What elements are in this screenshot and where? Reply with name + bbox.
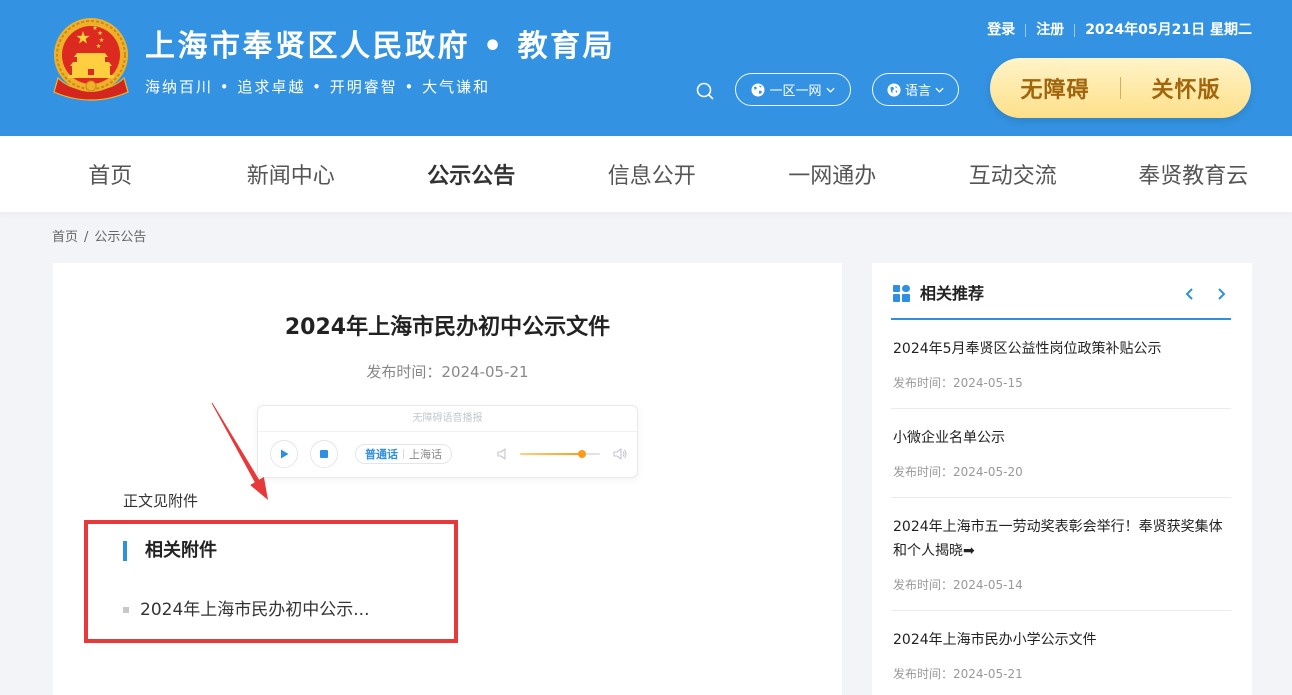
related-item-title[interactable]: 2024年上海市民办小学公示文件	[893, 628, 1231, 652]
list-item: 2024年上海市五一劳动奖表彰会举行！奉贤获奖集体 和个人揭晓➡ 发布时间：20…	[891, 498, 1231, 611]
article-card: 2024年上海市民办初中公示文件 发布时间：2024-05-21 无障碍语音播报…	[53, 263, 842, 695]
breadcrumb-separator: /	[84, 230, 89, 245]
volume-high-icon[interactable]	[612, 446, 628, 462]
volume-knob[interactable]	[578, 450, 587, 458]
chevron-down-icon	[935, 87, 944, 93]
list-item: 小微企业名单公示 发布时间：2024-05-20	[891, 409, 1231, 498]
region-select[interactable]: 一区一网	[735, 73, 851, 106]
related-item-date: 发布时间：2024-05-21	[893, 667, 1023, 681]
title-line: 小微企业名单公示	[893, 430, 1005, 446]
list-item: 2024年5月奉贤区公益性岗位政策补贴公示 发布时间：2024-05-15	[891, 320, 1231, 409]
related-item-title[interactable]: 2024年上海市五一劳动奖表彰会举行！奉贤获奖集体 和个人揭晓➡	[893, 515, 1231, 563]
language-select-label: 语言	[904, 84, 931, 99]
volume-fill	[520, 453, 583, 455]
language-icon	[887, 82, 901, 97]
nav-item-online-services[interactable]: 一网通办	[742, 136, 923, 212]
related-item-date: 发布时间：2024-05-15	[893, 376, 1023, 390]
divider	[1025, 23, 1027, 37]
nav-item-education-cloud[interactable]: 奉贤教育云	[1103, 136, 1284, 212]
accessibility-toolbar: 无障碍 关怀版	[990, 58, 1251, 118]
register-link[interactable]: 注册	[1036, 21, 1064, 39]
region-select-label: 一区一网	[769, 84, 822, 99]
chevron-left-icon[interactable]	[1184, 287, 1196, 301]
breadcrumb: 首页 / 公示公告	[52, 229, 146, 247]
search-icon[interactable]	[696, 82, 714, 100]
breadcrumb-home[interactable]: 首页	[52, 230, 78, 245]
title-line: 2024年上海市民办小学公示文件	[893, 632, 1097, 648]
volume-low-icon[interactable]	[496, 447, 510, 461]
site-title: 上海市奉贤区人民政府 • 教育局	[145, 29, 616, 64]
play-icon	[281, 449, 289, 459]
list-item: 2024年上海市民办小学公示文件 发布时间：2024-05-21	[891, 611, 1231, 695]
globe-icon	[751, 83, 765, 96]
heading-accent-bar	[123, 541, 127, 561]
article-body: 正文见附件	[123, 492, 199, 510]
shanghainese-option[interactable]: 上海话	[404, 446, 447, 462]
language-switch: 普通话 上海话	[355, 444, 452, 464]
list-bullet	[123, 607, 129, 613]
national-emblem-icon	[53, 18, 129, 101]
site-header: 上海市奉贤区人民政府 • 教育局 海纳百川 • 追求卓越 • 开明睿智 • 大气…	[0, 0, 1292, 136]
title-line: 2024年5月奉贤区公益性岗位政策补贴公示	[893, 341, 1162, 357]
attachments-heading: 相关附件	[145, 540, 217, 561]
related-item-date: 发布时间：2024-05-20	[893, 465, 1023, 479]
nav-list: 首页 新闻中心 公示公告 信息公开 一网通办 互动交流 奉贤教育云	[20, 136, 1284, 212]
stop-icon	[320, 450, 328, 458]
nav-item-announcements[interactable]: 公示公告	[381, 136, 562, 212]
site-slogan: 海纳百川 • 追求卓越 • 开明睿智 • 大气谦和	[145, 78, 491, 96]
care-mode-button[interactable]: 关怀版	[1121, 72, 1251, 104]
accessibility-button[interactable]: 无障碍	[990, 72, 1120, 104]
main-nav: 首页 新闻中心 公示公告 信息公开 一网通办 互动交流 奉贤教育云	[0, 136, 1292, 212]
nav-item-news[interactable]: 新闻中心	[201, 136, 382, 212]
volume-track[interactable]	[520, 450, 600, 458]
article-publish-time: 发布时间：2024-05-21	[366, 363, 529, 381]
related-sidebar: 相关推荐 2024年5月奉贤区公益性岗位政策补贴公示 发布时间：2024-05-…	[872, 263, 1252, 695]
related-item-date: 发布时间：2024-05-14	[893, 578, 1023, 592]
related-list: 2024年5月奉贤区公益性岗位政策补贴公示 发布时间：2024-05-15 小微…	[891, 320, 1231, 695]
sidebar-heading: 相关推荐	[920, 284, 985, 303]
current-date: 2024年05月21日 星期二	[1085, 22, 1252, 38]
related-item-title[interactable]: 2024年5月奉贤区公益性岗位政策补贴公示	[893, 337, 1231, 361]
nav-item-info-disclosure[interactable]: 信息公开	[562, 136, 743, 212]
title-line: 2024年上海市五一劳动奖表彰会举行！奉贤获奖集体	[893, 519, 1223, 535]
mandarin-option[interactable]: 普通话	[360, 446, 403, 462]
login-link[interactable]: 登录	[987, 21, 1015, 39]
chevron-down-icon	[825, 87, 835, 93]
nav-item-interaction[interactable]: 互动交流	[923, 136, 1104, 212]
language-select[interactable]: 语言	[872, 73, 959, 106]
stop-button[interactable]	[310, 440, 338, 468]
attachment-link[interactable]: 2024年上海市民办初中公示...	[140, 598, 369, 622]
breadcrumb-current: 公示公告	[94, 230, 147, 245]
title-line: 和个人揭晓➡	[893, 543, 975, 559]
audio-player-label: 无障碍语音播报	[258, 406, 637, 432]
article-title: 2024年上海市民办初中公示文件	[284, 315, 611, 340]
top-links: 登录 注册 2024年05月21日 星期二	[987, 21, 1252, 39]
related-item-title[interactable]: 小微企业名单公示	[893, 426, 1231, 450]
nav-item-home[interactable]: 首页	[20, 136, 201, 212]
audio-player: 无障碍语音播报 普通话 上海话	[257, 405, 638, 478]
grid-icon	[893, 285, 910, 302]
play-button[interactable]	[270, 440, 298, 468]
chevron-right-icon[interactable]	[1215, 287, 1227, 301]
divider	[1074, 23, 1076, 37]
